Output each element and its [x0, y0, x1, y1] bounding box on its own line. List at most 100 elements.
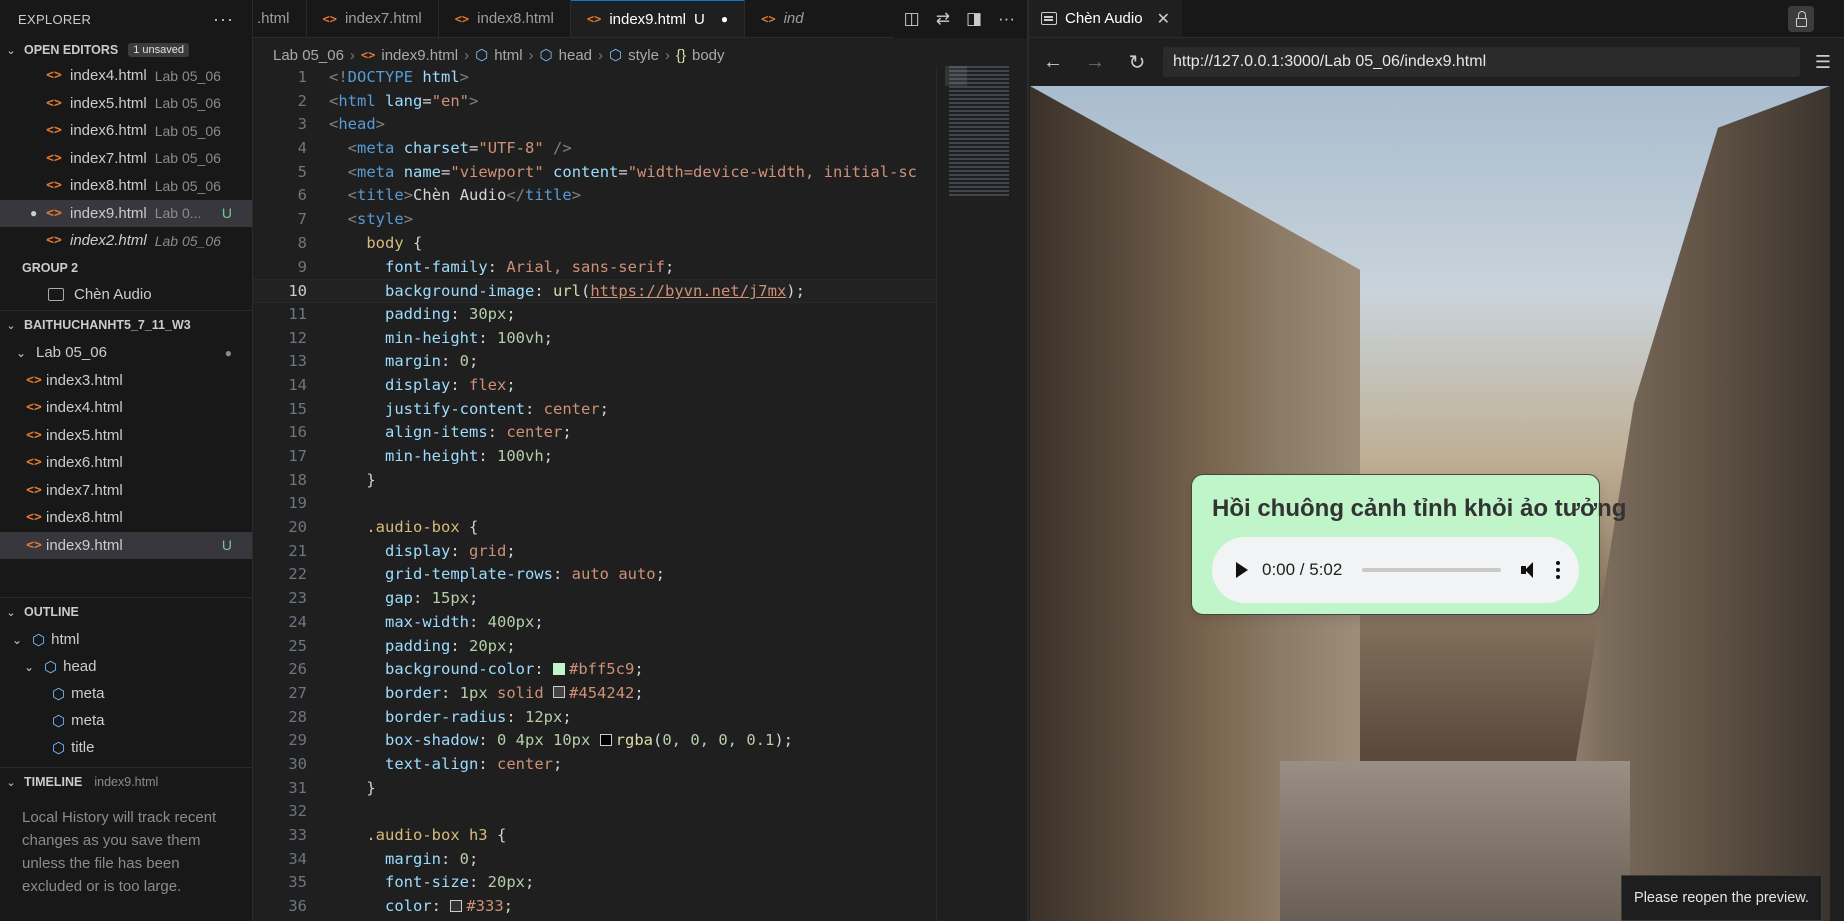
play-icon[interactable] [1236, 562, 1248, 578]
volume-icon[interactable] [1521, 561, 1541, 579]
outline-section[interactable]: ⌄ OUTLINE [0, 598, 252, 626]
minimap[interactable] [936, 66, 1029, 921]
breadcrumb-file[interactable]: index9.html [381, 47, 458, 64]
code-line: 12 min-height: 100vh; [288, 328, 554, 347]
editor-tab-bar: .html <> index7.html <> index8.html <> i… [253, 0, 1029, 38]
code-line: 27 border: 1px solid #454242; [288, 683, 644, 702]
breadcrumb-folder[interactable]: Lab 05_06 [273, 47, 344, 64]
browser-preview: Chèn Audio ✕ ← → ↻ http://127.0.0.1:3000… [1029, 0, 1844, 921]
code-line: 35 font-size: 20px; [288, 873, 535, 892]
tab-label: index7.html [344, 10, 422, 27]
timeline-section[interactable]: ⌄ TIMELINE index9.html [0, 768, 252, 796]
workspace-section[interactable]: ⌄ BAITHUCHANHT5_7_11_W3 [0, 311, 252, 339]
outline-item[interactable]: ⬡ meta [0, 680, 252, 707]
back-arrow-icon[interactable]: ← [1037, 51, 1069, 74]
outline-item[interactable]: ⌄ ⬡ head [0, 653, 252, 680]
open-editor-folder: Lab 05_06 [154, 67, 221, 84]
open-editor-item-preview[interactable]: <> index2.html Lab 05_06 [0, 227, 252, 255]
open-editor-item[interactable]: <> index8.html Lab 05_06 [0, 172, 252, 200]
tab-partial-ind[interactable]: <> ind [745, 0, 819, 37]
outline-item-label: title [71, 739, 95, 756]
open-editor-item[interactable]: <> index5.html Lab 05_06 [0, 90, 252, 118]
open-editor-filename: index5.html [70, 94, 147, 112]
chevron-right-icon: › [464, 46, 470, 64]
tab-preview[interactable]: Chèn Audio ✕ [1029, 0, 1182, 37]
file-label: index5.html [46, 426, 123, 444]
tab-status: U [694, 10, 705, 28]
file-item[interactable]: <> index6.html [0, 449, 252, 477]
open-editor-item[interactable]: <> index6.html Lab 05_06 [0, 117, 252, 145]
code-line: 23 gap: 15px; [288, 589, 479, 608]
outline-item[interactable]: ⬡ title [0, 734, 252, 761]
open-editor-folder: Lab 0... [154, 205, 202, 222]
forward-arrow-icon[interactable]: → [1079, 51, 1111, 74]
color-swatch-icon[interactable] [599, 733, 612, 746]
audio-progress-slider[interactable] [1362, 568, 1501, 572]
audio-time: 0:00 / 5:02 [1262, 560, 1343, 579]
file-item[interactable]: <> index5.html [0, 422, 252, 450]
more-options-icon[interactable] [1555, 561, 1561, 579]
open-editor-filename: index7.html [70, 149, 147, 167]
unsaved-badge: 1 unsaved [128, 43, 189, 57]
tab-index7[interactable]: <> index7.html [307, 0, 439, 37]
untracked-status: U [221, 537, 232, 554]
timeline-message: Local History will track recent changes … [22, 809, 217, 895]
untracked-status: U [221, 205, 232, 222]
outline-item[interactable]: ⌄ ⬡ html [0, 626, 252, 653]
source-control-compare-icon[interactable]: ⇄ [936, 9, 950, 29]
open-editor-filename: index6.html [70, 122, 147, 140]
outline-item[interactable]: ⬡ meta [0, 707, 252, 734]
open-editors-section[interactable]: ⌄ OPEN EDITORS 1 unsaved [0, 38, 252, 62]
css-selector-icon: {} [675, 46, 686, 64]
unsaved-dot-icon[interactable]: ● [721, 12, 728, 26]
file-item[interactable]: <> index8.html [0, 504, 252, 532]
file-label: index4.html [46, 399, 123, 417]
open-editor-item[interactable]: <> index7.html Lab 05_06 [0, 145, 252, 173]
color-swatch-icon[interactable] [552, 662, 565, 675]
breadcrumb-head[interactable]: head [559, 47, 592, 64]
workspace-label: BAITHUCHANHT5_7_11_W3 [24, 318, 191, 332]
more-actions-icon[interactable]: ··· [998, 9, 1015, 29]
tab-index8[interactable]: <> index8.html [439, 0, 571, 37]
hamburger-menu-icon[interactable]: ☰ [1810, 52, 1836, 73]
file-item[interactable]: <> index4.html [0, 394, 252, 422]
more-actions-icon[interactable]: ··· [213, 9, 234, 30]
reload-icon[interactable]: ↻ [1121, 50, 1153, 75]
code-line: 21 display: grid; [288, 541, 516, 560]
open-editor-folder: Lab 05_06 [154, 150, 221, 167]
breadcrumb-style[interactable]: style [628, 47, 659, 64]
file-item-selected[interactable]: <> index9.html U [0, 531, 252, 559]
split-editor-icon[interactable]: ◨ [966, 9, 982, 29]
open-editor-preview-item[interactable]: Chèn Audio [0, 281, 252, 309]
file-label: index3.html [46, 371, 123, 389]
file-item[interactable]: <> index7.html [0, 477, 252, 505]
color-swatch-icon[interactable] [450, 899, 463, 912]
tab-partial-html[interactable]: .html [253, 0, 307, 37]
symbol-cube-icon: ⬡ [52, 685, 66, 703]
url-input[interactable]: http://127.0.0.1:3000/Lab 05_06/index9.h… [1163, 47, 1800, 77]
color-swatch-icon[interactable] [553, 686, 566, 699]
open-editor-item-active[interactable]: ● <> index9.html Lab 0... U [0, 199, 252, 227]
close-icon[interactable]: ✕ [1157, 9, 1170, 29]
outline-item-label: head [63, 658, 97, 675]
file-item[interactable]: <> index3.html [0, 367, 252, 395]
toast-message: Please reopen the preview. [1634, 890, 1809, 906]
group-2-label: GROUP 2 [22, 260, 79, 275]
lock-icon[interactable] [1788, 6, 1814, 32]
code-line: 36 color: #333; [288, 897, 514, 916]
code-line: 20 .audio-box { [288, 518, 479, 537]
html-file-icon: <> [46, 150, 62, 166]
html-file-icon: <> [360, 48, 376, 62]
open-preview-icon[interactable]: ◫ [904, 9, 920, 29]
html-file-icon: <> [454, 11, 470, 26]
folder-lab-05-06[interactable]: ⌄ Lab 05_06 ● [0, 339, 252, 367]
breadcrumb-body[interactable]: body [692, 47, 725, 64]
code-area[interactable]: 1 <!DOCTYPE html> 2 <html lang="en"> 3 <hea… [253, 66, 936, 921]
reopen-preview-toast[interactable]: Please reopen the preview. [1621, 875, 1822, 921]
breadcrumb-html[interactable]: html [494, 47, 522, 64]
code-line: 29 box-shadow: 0 4px 10px rgba(0, 0, 0, … [288, 731, 793, 750]
open-editor-filename: index4.html [70, 67, 147, 85]
tab-index9[interactable]: <> index9.html U ● [570, 0, 746, 37]
open-editor-item[interactable]: <> index4.html Lab 05_06 [0, 62, 252, 90]
open-editors-label: OPEN EDITORS [24, 43, 119, 57]
